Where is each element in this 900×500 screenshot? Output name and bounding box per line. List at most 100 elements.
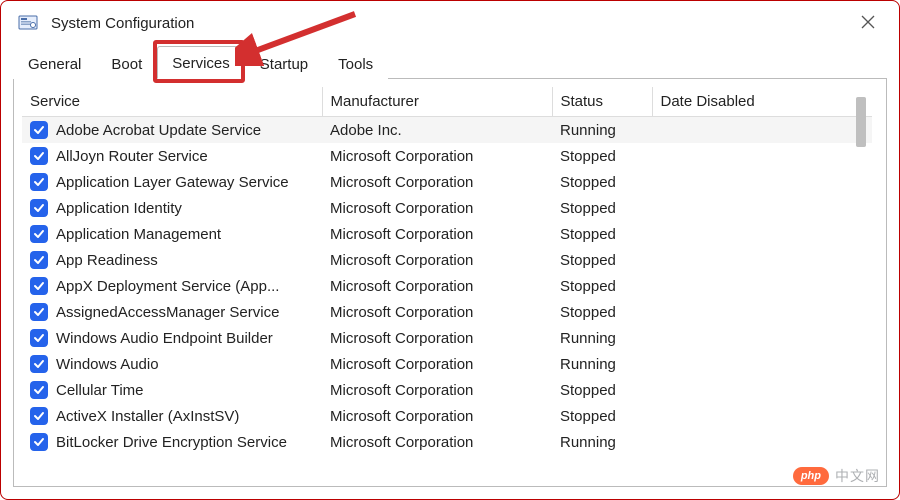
service-manufacturer: Microsoft Corporation [322,169,552,195]
service-checkbox[interactable] [30,407,48,425]
msconfig-icon [17,12,39,34]
service-date-disabled [652,195,872,221]
service-status: Running [552,325,652,351]
service-status: Stopped [552,169,652,195]
service-status: Stopped [552,299,652,325]
tab-services[interactable]: Services [157,46,245,79]
service-name: BitLocker Drive Encryption Service [56,434,287,451]
service-status: Running [552,351,652,377]
service-checkbox[interactable] [30,277,48,295]
service-date-disabled [652,325,872,351]
service-date-disabled [652,169,872,195]
tab-tools[interactable]: Tools [323,47,388,79]
table-row[interactable]: BitLocker Drive Encryption Service Micros… [22,429,872,455]
service-name: Cellular Time [56,382,144,399]
table-row[interactable]: AssignedAccessManager Service Microsoft C… [22,299,872,325]
service-checkbox[interactable] [30,251,48,269]
scrollbar-thumb[interactable] [856,97,866,147]
services-panel: Service Manufacturer Status Date Disable… [13,78,887,487]
service-date-disabled [652,403,872,429]
service-checkbox[interactable] [30,433,48,451]
window-title: System Configuration [51,15,853,32]
services-table-wrap: Service Manufacturer Status Date Disable… [14,79,886,486]
service-manufacturer: Microsoft Corporation [322,377,552,403]
service-name: Application Identity [56,200,182,217]
service-date-disabled [652,143,872,169]
col-service[interactable]: Service [22,87,322,117]
service-status: Stopped [552,273,652,299]
service-name: Windows Audio [56,356,159,373]
tab-startup[interactable]: Startup [245,47,323,79]
service-status: Stopped [552,247,652,273]
tab-boot[interactable]: Boot [96,47,157,79]
service-status: Stopped [552,143,652,169]
close-button[interactable] [853,9,883,38]
table-row[interactable]: ActiveX Installer (AxInstSV) Microsoft Co… [22,403,872,429]
services-table: Service Manufacturer Status Date Disable… [22,87,872,455]
service-checkbox[interactable] [30,199,48,217]
service-name: AppX Deployment Service (App... [56,278,279,295]
service-manufacturer: Adobe Inc. [322,117,552,144]
service-manufacturer: Microsoft Corporation [322,273,552,299]
service-manufacturer: Microsoft Corporation [322,351,552,377]
service-name: Adobe Acrobat Update Service [56,122,261,139]
table-row[interactable]: AppX Deployment Service (App... Microsoft… [22,273,872,299]
tab-general[interactable]: General [13,47,96,79]
watermark-badge: php [793,467,829,485]
service-manufacturer: Microsoft Corporation [322,299,552,325]
service-status: Stopped [552,221,652,247]
service-status: Running [552,429,652,455]
watermark-text: 中文网 [835,466,880,486]
service-status: Running [552,117,652,144]
service-checkbox[interactable] [30,147,48,165]
service-name: App Readiness [56,252,158,269]
col-date-disabled[interactable]: Date Disabled [652,87,872,117]
service-date-disabled [652,351,872,377]
service-name: Application Management [56,226,221,243]
service-checkbox[interactable] [30,225,48,243]
service-manufacturer: Microsoft Corporation [322,325,552,351]
table-row[interactable]: Application IdentityMicrosoft Corporatio… [22,195,872,221]
watermark: php 中文网 [793,466,880,486]
table-row[interactable]: Windows Audio Endpoint Builder Microsoft … [22,325,872,351]
service-manufacturer: Microsoft Corporation [322,429,552,455]
service-date-disabled [652,221,872,247]
service-name: Application Layer Gateway Service [56,174,289,191]
service-checkbox[interactable] [30,303,48,321]
service-name: AssignedAccessManager Service [56,304,279,321]
table-header-row: Service Manufacturer Status Date Disable… [22,87,872,117]
service-name: ActiveX Installer (AxInstSV) [56,408,239,425]
service-date-disabled [652,247,872,273]
col-manufacturer[interactable]: Manufacturer [322,87,552,117]
table-row[interactable]: AllJoyn Router Service Microsoft Corporat… [22,143,872,169]
service-date-disabled [652,117,872,144]
service-date-disabled [652,377,872,403]
service-status: Stopped [552,403,652,429]
service-manufacturer: Microsoft Corporation [322,143,552,169]
close-icon [861,15,875,29]
col-status[interactable]: Status [552,87,652,117]
service-date-disabled [652,299,872,325]
table-row[interactable]: App Readiness Microsoft CorporationStoppe… [22,247,872,273]
service-name: Windows Audio Endpoint Builder [56,330,273,347]
table-row[interactable]: Application Management Microsoft Corporat… [22,221,872,247]
table-row[interactable]: Windows Audio Microsoft CorporationRunnin… [22,351,872,377]
service-manufacturer: Microsoft Corporation [322,247,552,273]
table-row[interactable]: Adobe Acrobat Update Service Adobe Inc.Ru… [22,117,872,144]
service-date-disabled [652,429,872,455]
service-checkbox[interactable] [30,121,48,139]
tab-bar: GeneralBootServicesStartupTools [1,45,899,78]
service-manufacturer: Microsoft Corporation [322,403,552,429]
service-name: AllJoyn Router Service [56,148,208,165]
titlebar: System Configuration [1,1,899,45]
service-checkbox[interactable] [30,173,48,191]
service-checkbox[interactable] [30,355,48,373]
window: System Configuration GeneralBootServices… [0,0,900,500]
service-status: Stopped [552,377,652,403]
service-manufacturer: Microsoft Corporation [322,221,552,247]
service-checkbox[interactable] [30,381,48,399]
service-date-disabled [652,273,872,299]
service-checkbox[interactable] [30,329,48,347]
table-row[interactable]: Application Layer Gateway Service Microso… [22,169,872,195]
table-row[interactable]: Cellular Time Microsoft CorporationStoppe… [22,377,872,403]
